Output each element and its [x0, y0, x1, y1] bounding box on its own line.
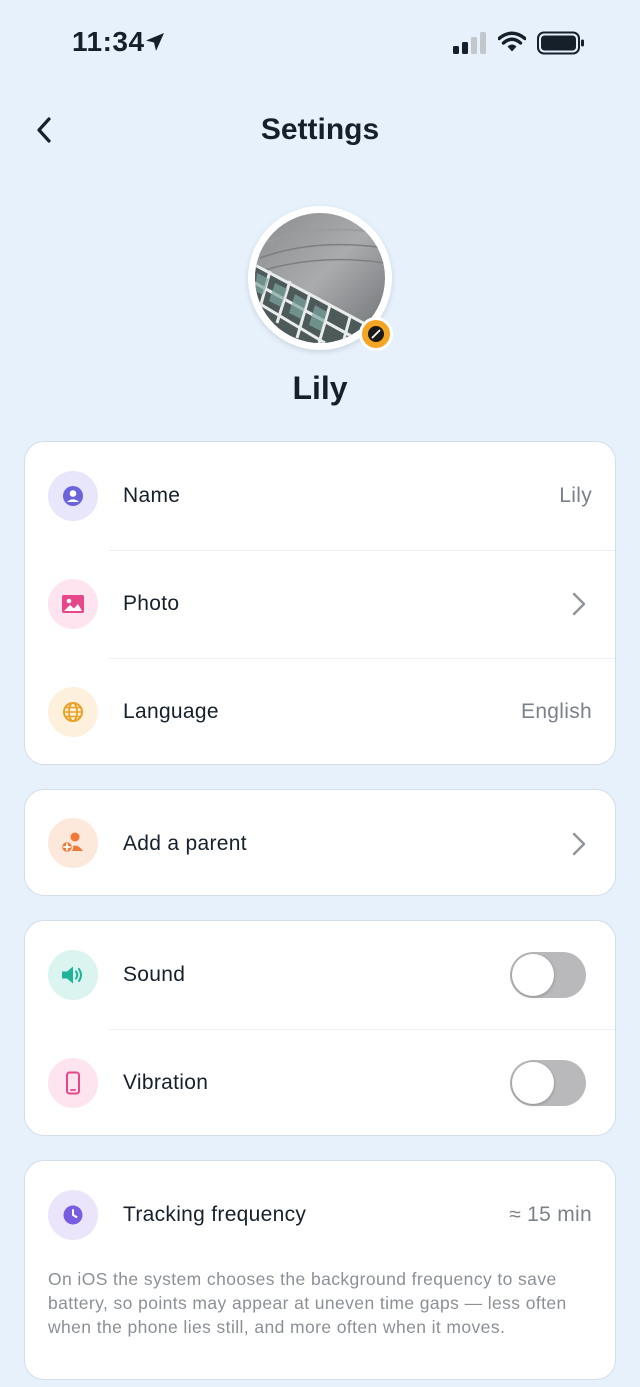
settings-row-value: Lily [559, 484, 592, 507]
toggle-knob [512, 954, 554, 996]
clock-icon [63, 1205, 83, 1225]
settings-row-label: Vibration [123, 1071, 209, 1094]
feedback-settings-card: Sound Vibration [24, 920, 616, 1136]
settings-row-vibration: Vibration [25, 1029, 615, 1135]
language-icon-circle [48, 687, 98, 737]
battery-icon [537, 31, 584, 55]
toggle-knob [512, 1062, 554, 1104]
phone-icon [66, 1071, 80, 1095]
chevron-right-icon [572, 592, 586, 616]
wifi-icon [498, 31, 526, 52]
pencil-icon [368, 326, 384, 342]
speaker-icon [62, 966, 82, 984]
vibration-toggle[interactable] [510, 1060, 586, 1106]
globe-icon [63, 702, 83, 722]
status-bar: 11:34 [0, 0, 640, 88]
sound-toggle[interactable] [510, 952, 586, 998]
profile-settings-card: Name Lily Photo Language English [24, 441, 616, 765]
photo-icon-circle [48, 579, 98, 629]
settings-row-value: English [521, 700, 592, 723]
tracking-note: On iOS the system chooses the background… [48, 1269, 567, 1337]
image-icon [62, 595, 84, 613]
vibration-icon-circle [48, 1058, 98, 1108]
add-parent-card: Add a parent [24, 789, 616, 896]
settings-row-name[interactable]: Name Lily [25, 442, 615, 550]
settings-row-language[interactable]: Language English [25, 658, 615, 764]
tracking-card: Tracking frequency ≈ 15 min On iOS the s… [24, 1160, 616, 1380]
settings-row-label: Tracking frequency [123, 1203, 307, 1226]
settings-row-label: Photo [123, 592, 180, 615]
settings-screen: 11:34 Settings Lily Name Lily Photo Lang… [0, 0, 640, 1387]
cellular-signal-icon [453, 32, 486, 54]
sound-icon-circle [48, 950, 98, 1000]
settings-row-label: Sound [123, 963, 186, 986]
settings-row-value: ≈ 15 min [509, 1203, 592, 1226]
add-parent-icon-circle [48, 818, 98, 868]
user-icon [63, 486, 83, 506]
settings-row-add-parent[interactable]: Add a parent [25, 790, 615, 895]
settings-row-photo[interactable]: Photo [25, 550, 615, 658]
page-title: Settings [260, 113, 380, 146]
profile-avatar-wrap [248, 206, 393, 351]
edit-avatar-button[interactable] [359, 317, 393, 351]
add-user-icon [60, 832, 83, 854]
status-time: 11:34 [72, 26, 145, 57]
settings-row-label: Name [123, 484, 181, 507]
settings-row-label: Language [123, 700, 219, 723]
settings-row-tracking-frequency[interactable]: Tracking frequency ≈ 15 min [25, 1161, 615, 1269]
name-icon-circle [48, 471, 98, 521]
profile-name: Lily [292, 370, 348, 406]
tracking-icon-circle [48, 1190, 98, 1240]
chevron-right-icon [572, 832, 586, 855]
settings-row-label: Add a parent [123, 831, 247, 855]
settings-row-sound: Sound [25, 921, 615, 1029]
location-arrow-icon [146, 33, 164, 51]
